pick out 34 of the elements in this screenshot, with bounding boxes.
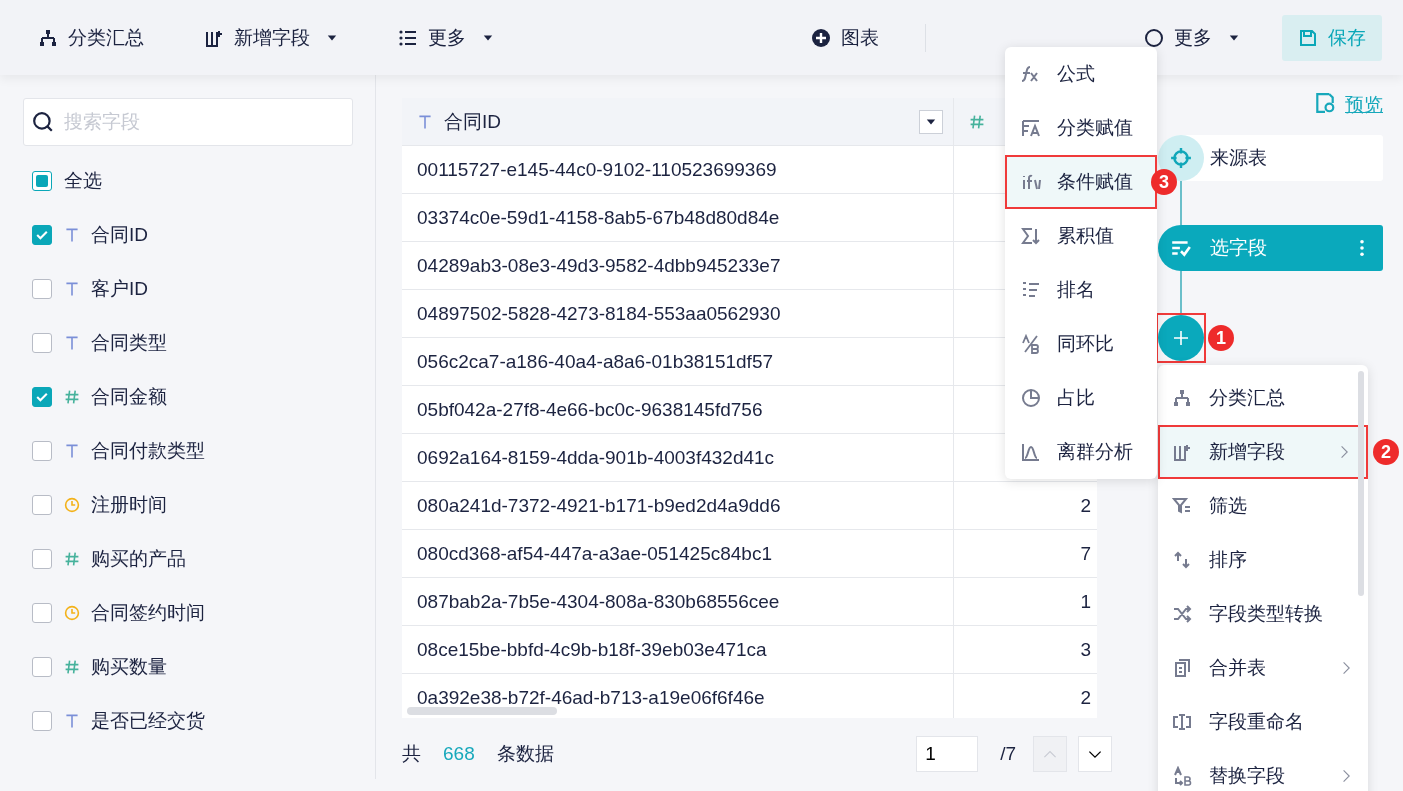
table-cell: 0a392e38-b72f-46ad-b713-a19e06f6f46e xyxy=(417,686,765,709)
page-total: /7 xyxy=(1000,743,1016,765)
table-cell: 0692a164-8159-4dda-901b-4003f432d41c xyxy=(417,446,775,469)
table-cell: 7 xyxy=(1080,542,1091,565)
field-name: 注册时间 xyxy=(91,493,167,517)
checkbox-label: 全选 xyxy=(64,169,102,193)
table-cell: 00115727-e145-44c0-9102-110523699369 xyxy=(417,158,777,181)
row-count: 668 xyxy=(443,743,475,765)
step-number-badge: 2 xyxy=(1373,439,1399,465)
table-cell: 087bab2a-7b5e-4304-808a-830b68556cee xyxy=(417,590,780,613)
field-name: 合同签约时间 xyxy=(91,601,205,625)
table-cell: 080cd368-af54-447a-a3ae-051425c84bc1 xyxy=(417,542,772,565)
table-cell: 080a241d-7372-4921-b171-b9ed2d4a9dd6 xyxy=(417,494,781,517)
field-name: 合同付款类型 xyxy=(91,439,205,463)
table-cell: 3 xyxy=(1080,638,1091,661)
table-cell: 1 xyxy=(1080,590,1091,613)
table-cell: 2 xyxy=(1080,494,1091,517)
table-cell: 04897502-5828-4273-8184-553aa0562930 xyxy=(417,302,781,325)
field-name: 购买数量 xyxy=(91,655,167,679)
field-name: 合同金额 xyxy=(91,385,167,409)
field-name: 客户ID xyxy=(91,277,148,301)
footer-text: 共 xyxy=(402,742,421,766)
field-name: 合同类型 xyxy=(91,331,167,355)
table-cell: 05bf042a-27f8-4e66-bc0c-9638145fd756 xyxy=(417,398,763,421)
table-cell: 03374c0e-59d1-4158-8ab5-67b48d80d84e xyxy=(417,206,780,229)
table-cell: 04289ab3-08e3-49d3-9582-4dbb945233e7 xyxy=(417,254,781,277)
table-cell: 056c2ca7-a186-40a4-a8a6-01b38151df57 xyxy=(417,350,774,373)
field-name: 是否已经交货 xyxy=(91,709,205,733)
field-name: 购买的产品 xyxy=(91,547,186,571)
field-name: 合同ID xyxy=(91,223,148,247)
footer-text: 条数据 xyxy=(496,742,554,766)
step-number-badge: 1 xyxy=(1208,325,1234,351)
table-cell: 08ce15be-bbfd-4c9b-b18f-39eb03e471ca xyxy=(417,638,767,661)
table-cell: 2 xyxy=(1080,686,1091,709)
